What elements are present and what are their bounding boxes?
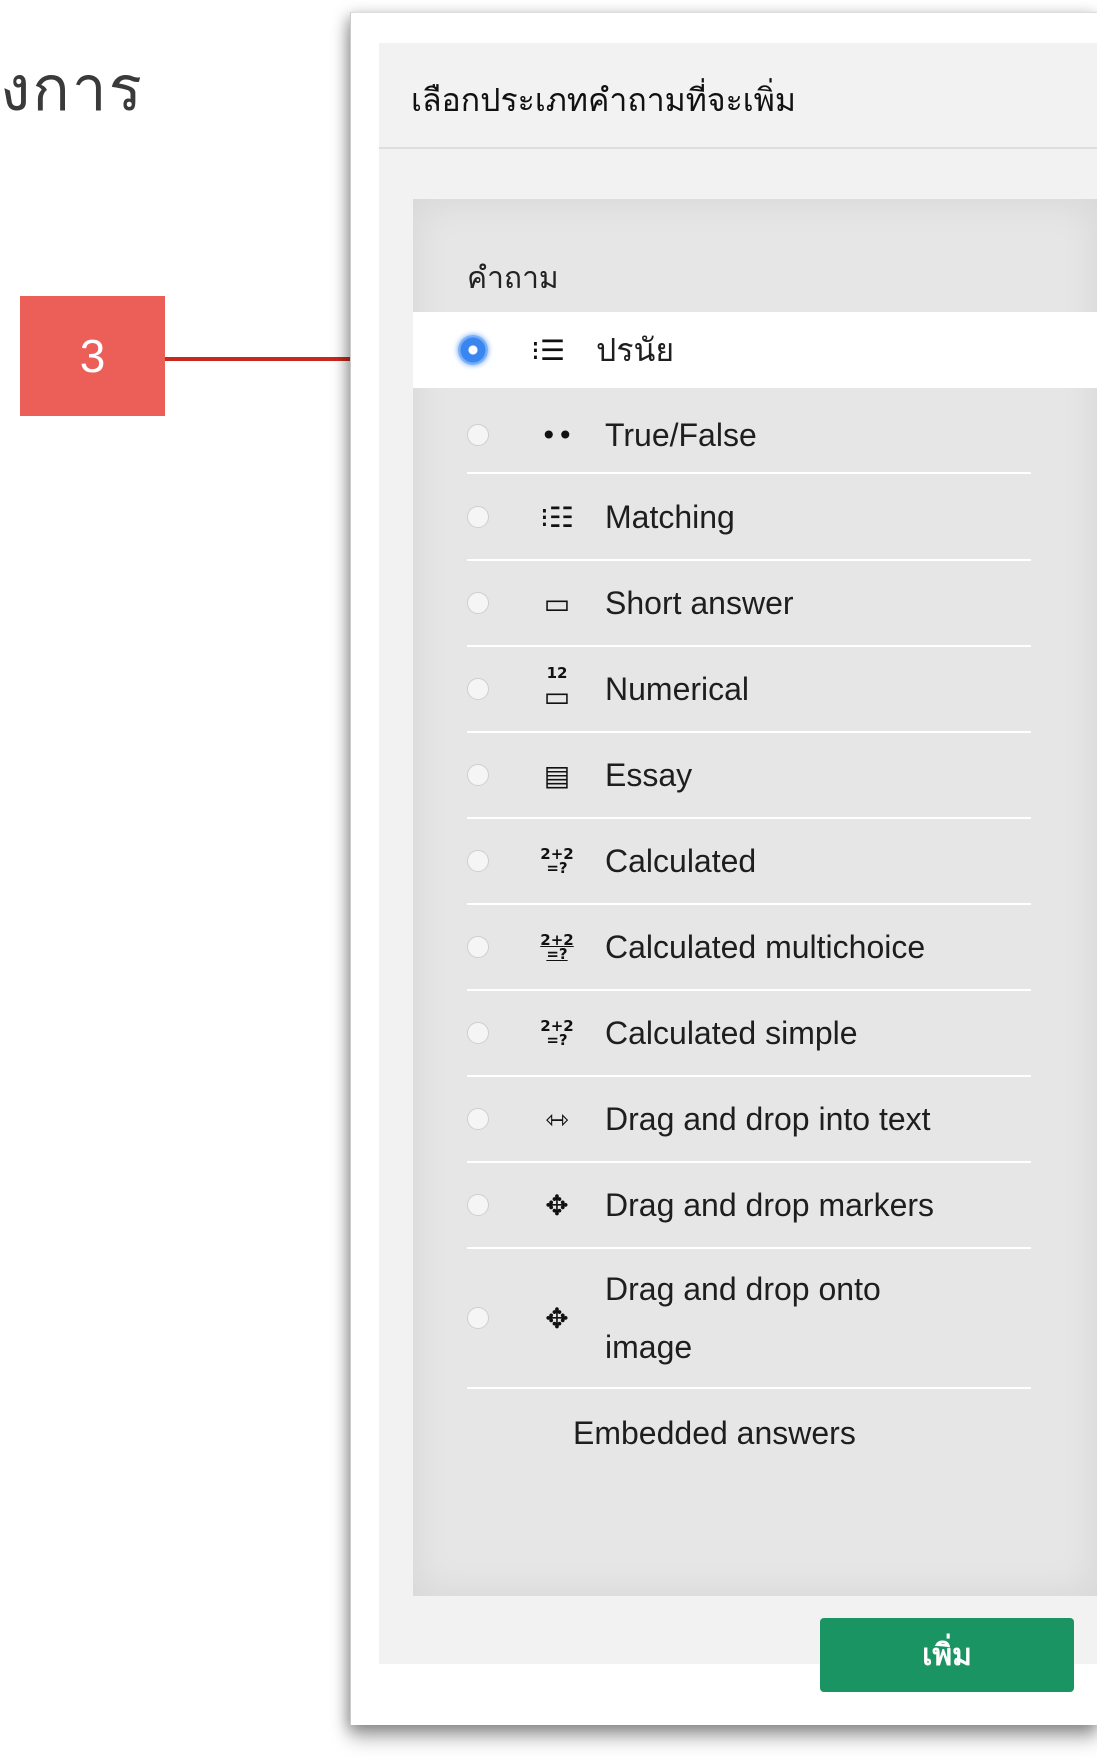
numerical-icon: 12 ▭ — [543, 663, 571, 713]
radio-ddimageortext[interactable] — [467, 1307, 489, 1329]
radio-calculated[interactable] — [467, 850, 489, 872]
drag-drop-image-icon: ✥ — [545, 1301, 569, 1335]
group-label-questions: คำถาม — [467, 262, 559, 295]
short-answer-icon: ▭ — [543, 586, 571, 620]
question-type-shortanswer[interactable]: ▭ Short answer — [467, 561, 1031, 647]
background-page-heading: งการ — [0, 52, 144, 125]
question-type-label: Drag and drop into text — [605, 1101, 931, 1137]
calculated-multichoice-icon: 2+2 =? — [540, 931, 574, 963]
radio-essay[interactable] — [467, 764, 489, 786]
question-type-multianswer[interactable]: Embedded answers — [467, 1391, 1031, 1475]
question-type-label: ปรนัย — [596, 332, 675, 368]
radio-ddmarker[interactable] — [467, 1194, 489, 1216]
question-type-calculated[interactable]: 2+2 =? Calculated — [467, 819, 1031, 905]
question-type-label: Drag and drop markers — [605, 1187, 935, 1223]
question-type-dialog: เลือกประเภทคำถามที่จะเพิ่ม คำถาม ⁝☰ ปรนั… — [350, 12, 1097, 1725]
radio-calculatedsimple[interactable] — [467, 1022, 489, 1044]
callout-arrow-line — [165, 357, 380, 361]
add-button[interactable]: เพิ่ม — [820, 1618, 1074, 1692]
radio-truefalse[interactable] — [467, 424, 489, 446]
dialog-title: เลือกประเภทคำถามที่จะเพิ่ม — [411, 82, 796, 118]
question-type-label: Numerical — [605, 671, 750, 707]
radio-matching[interactable] — [467, 506, 489, 528]
question-type-list[interactable]: คำถาม ⁝☰ ปรนัย •• True/False ⁝☷ Matching… — [413, 199, 1097, 1596]
calculated-simple-icon: 2+2 =? — [540, 1017, 574, 1049]
step-callout-badge: 3 — [20, 296, 165, 416]
question-type-multichoice[interactable]: ⁝☰ ปรนัย — [413, 312, 1097, 388]
dialog-body: คำถาม ⁝☰ ปรนัย •• True/False ⁝☷ Matching… — [379, 149, 1097, 1692]
question-type-matching[interactable]: ⁝☷ Matching — [467, 475, 1031, 561]
question-type-ddimageortext[interactable]: ✥ Drag and drop onto image — [467, 1249, 1031, 1389]
question-type-essay[interactable]: ▤ Essay — [467, 733, 1031, 819]
radio-calculatedmulti[interactable] — [467, 936, 489, 958]
radio-ddwtos[interactable] — [467, 1108, 489, 1130]
question-type-numerical[interactable]: 12 ▭ Numerical — [467, 647, 1031, 733]
question-type-label: Calculated simple — [605, 1015, 858, 1051]
question-type-label: True/False — [605, 417, 757, 453]
question-type-label: Short answer — [605, 585, 794, 621]
question-type-ddwtos[interactable]: ⇿ Drag and drop into text — [467, 1077, 1031, 1163]
question-type-calculatedsimple[interactable]: 2+2 =? Calculated simple — [467, 991, 1031, 1077]
question-type-label: Drag and drop onto image — [605, 1271, 881, 1365]
dialog-header: เลือกประเภทคำถามที่จะเพิ่ม — [379, 43, 1097, 149]
question-type-label: Embedded answers — [573, 1415, 856, 1451]
question-type-label: Matching — [605, 499, 735, 535]
drag-drop-text-icon: ⇿ — [545, 1102, 569, 1136]
question-type-label: Essay — [605, 757, 693, 793]
multichoice-icon: ⁝☰ — [530, 333, 565, 367]
radio-multichoice[interactable] — [458, 335, 488, 365]
question-type-label: Calculated — [605, 843, 757, 879]
question-type-ddmarker[interactable]: ✥ Drag and drop markers — [467, 1163, 1031, 1249]
matching-icon: ⁝☷ — [539, 500, 574, 534]
essay-icon: ▤ — [543, 758, 571, 792]
calculated-icon: 2+2 =? — [540, 845, 574, 877]
question-type-calculatedmulti[interactable]: 2+2 =? Calculated multichoice — [467, 905, 1031, 991]
radio-numerical[interactable] — [467, 678, 489, 700]
radio-shortanswer[interactable] — [467, 592, 489, 614]
truefalse-icon: •• — [540, 418, 574, 452]
question-type-truefalse[interactable]: •• True/False — [467, 398, 1031, 474]
drag-drop-markers-icon: ✥ — [545, 1188, 569, 1222]
question-type-label: Calculated multichoice — [605, 929, 926, 965]
